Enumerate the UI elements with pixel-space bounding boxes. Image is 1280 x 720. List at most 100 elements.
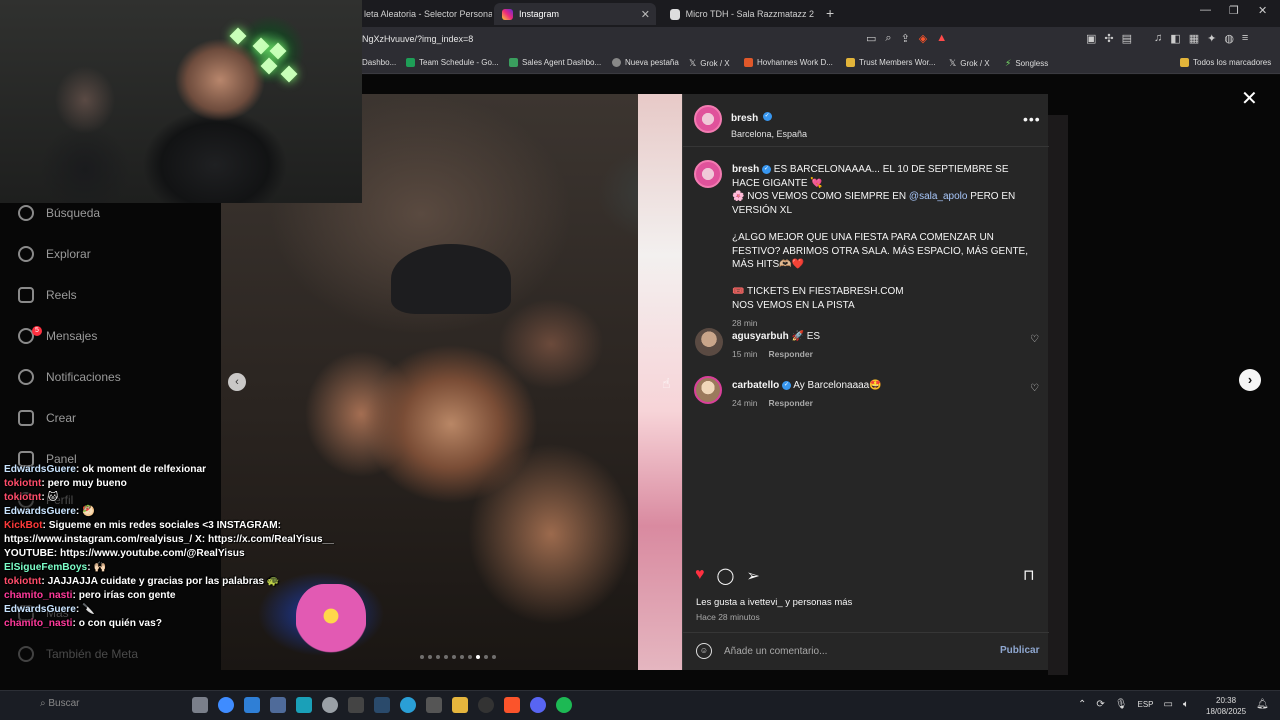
mention-link[interactable]: @sala_apolo: [909, 191, 968, 202]
hex-light: [252, 37, 270, 55]
sidebar-item-search[interactable]: Búsqueda: [18, 205, 100, 221]
emoji-icon[interactable]: ☺: [696, 643, 712, 659]
notification-bell-icon[interactable]: 🔔︎: [1256, 699, 1269, 710]
reply-button[interactable]: Responder: [769, 398, 813, 408]
screenshot-icon[interactable]: ▤: [1122, 32, 1132, 45]
comment-avatar[interactable]: [695, 328, 723, 356]
restore-icon[interactable]: ❐: [1229, 4, 1239, 17]
chat-message: chamito_nasti: pero irías con gente: [4, 590, 176, 601]
caption-avatar[interactable]: [694, 160, 722, 188]
bookmark-item[interactable]: 𝕏 Grok / X: [949, 58, 990, 69]
chevron-up-icon[interactable]: ⌃: [1078, 699, 1086, 710]
like-heart-icon[interactable]: ♥: [695, 566, 705, 586]
store-icon[interactable]: [270, 697, 286, 713]
sidebar-item-messages[interactable]: 5 Mensajes: [18, 326, 97, 344]
minimize-icon[interactable]: —: [1200, 4, 1211, 16]
bookmark-item[interactable]: ⚡ Songless: [1005, 58, 1048, 69]
brave-icon[interactable]: [504, 697, 520, 713]
extension-icon[interactable]: ▣: [1086, 32, 1096, 45]
url-field[interactable]: NgXzHvuuve/?img_index=8: [362, 34, 473, 44]
steam-icon[interactable]: [374, 697, 390, 713]
sync-icon[interactable]: ⟳: [1096, 699, 1104, 710]
bookmark-item[interactable]: Hovhannes Work D...: [744, 58, 833, 67]
folder-icon: [1180, 58, 1189, 67]
sidebar-item-notifications[interactable]: Notificaciones: [18, 369, 121, 385]
post-location[interactable]: Barcelona, España: [731, 129, 807, 139]
vpn-icon[interactable]: ◍: [1224, 32, 1234, 45]
sidebar-item-explore[interactable]: Explorar: [18, 246, 91, 262]
caption-username[interactable]: bresh: [732, 164, 759, 175]
epic-icon[interactable]: [348, 697, 364, 713]
new-tab-button[interactable]: +: [826, 5, 834, 21]
sidebar-item-reels[interactable]: Reels: [18, 287, 77, 303]
telegram-icon[interactable]: [400, 697, 416, 713]
tab-micro-tdh[interactable]: Micro TDH - Sala Razzmatazz 2: [662, 3, 822, 25]
plus-icon: [18, 410, 34, 426]
more-options-icon[interactable]: •••: [1023, 111, 1041, 127]
language-indicator[interactable]: ESP: [1137, 700, 1153, 710]
sidebar-toggle-icon[interactable]: ◧: [1170, 32, 1180, 45]
bookmark-item[interactable]: Team Schedule - Go...: [406, 58, 499, 67]
media-icon[interactable]: ♫: [1154, 32, 1162, 45]
carousel-dot: [476, 655, 480, 659]
sidebar-item-create[interactable]: Crear: [18, 410, 76, 426]
tab-ruleta[interactable]: leta Aleatoria - Selector Personaliz: [356, 3, 492, 25]
comment-input[interactable]: [724, 642, 974, 660]
zoom-icon[interactable]: ⌕: [885, 32, 891, 45]
comment-username[interactable]: agusyarbuh: [732, 331, 789, 342]
bookmark-item[interactable]: Trust Members Wor...: [846, 58, 935, 67]
cast-icon[interactable]: ▭: [866, 32, 876, 45]
network-icon[interactable]: ▭: [1164, 699, 1173, 710]
tab-instagram[interactable]: Instagram ✕: [494, 3, 656, 25]
like-comment-icon[interactable]: ♡: [1030, 383, 1039, 394]
comment-username[interactable]: carbatello: [732, 380, 779, 391]
folder-icon[interactable]: [452, 697, 468, 713]
close-tab-icon[interactable]: ✕: [641, 8, 650, 21]
clock[interactable]: 20:38 18/08/2025: [1206, 695, 1246, 717]
brave-shield-icon[interactable]: ◈: [919, 32, 927, 45]
reply-button[interactable]: Responder: [769, 349, 813, 359]
next-post-button[interactable]: ›: [1239, 369, 1261, 391]
bookmark-item[interactable]: Nueva pestaña: [612, 58, 679, 67]
comment-bubble-icon[interactable]: ◯: [717, 566, 735, 586]
comment-avatar[interactable]: [694, 376, 722, 404]
discord-icon[interactable]: [530, 697, 546, 713]
obs-icon[interactable]: [322, 697, 338, 713]
mic-icon[interactable]: 🎙︎: [1115, 699, 1128, 710]
bookmark-item[interactable]: Dashbo...: [362, 58, 396, 67]
spotify-icon[interactable]: [556, 697, 572, 713]
post-username[interactable]: bresh: [731, 113, 758, 124]
chat-username: EdwardsGuere: [4, 464, 76, 475]
chat-message: EdwardsGuere: ok moment de relfexionar: [4, 464, 207, 475]
github-icon[interactable]: [478, 697, 494, 713]
speaker-icon[interactable]: 🔈︎: [1183, 699, 1189, 710]
avatar[interactable]: [694, 105, 722, 133]
task-view-icon[interactable]: [192, 697, 208, 713]
rewards-icon[interactable]: ▲: [936, 32, 947, 45]
share-send-icon[interactable]: ➢: [746, 566, 759, 586]
leo-ai-icon[interactable]: ✦: [1207, 32, 1216, 45]
likes-summary[interactable]: Les gusta a ivettevi_ y personas más: [696, 597, 852, 608]
sidebar-item-meta[interactable]: También de Meta: [18, 646, 138, 662]
taskbar-search[interactable]: ⌕ Buscar: [40, 698, 80, 709]
menu-icon[interactable]: ≡: [1242, 32, 1248, 45]
stream-chat: EdwardsGuere: ok moment de relfexionar to…: [4, 463, 334, 631]
puzzle-icon[interactable]: ✣: [1104, 32, 1113, 45]
wallet-icon[interactable]: ▦: [1189, 32, 1199, 45]
close-modal-icon[interactable]: ✕: [1241, 86, 1258, 111]
app-icon[interactable]: [296, 697, 312, 713]
bookmark-item[interactable]: Sales Agent Dashbo...: [509, 58, 601, 67]
bookmark-item[interactable]: 𝕏 Grok / X: [689, 58, 730, 69]
chat-message: chamito_nasti: o con quién vas?: [4, 618, 162, 629]
share-icon[interactable]: ⇪: [901, 32, 910, 45]
edge-icon[interactable]: [244, 697, 260, 713]
all-bookmarks[interactable]: Todos los marcadores: [1180, 58, 1271, 67]
like-comment-icon[interactable]: ♡: [1030, 334, 1039, 345]
publish-button[interactable]: Publicar: [1000, 645, 1039, 656]
prev-image-button[interactable]: ‹: [228, 373, 246, 391]
app-icon[interactable]: [426, 697, 442, 713]
copilot-icon[interactable]: [218, 697, 234, 713]
bookmark-save-icon[interactable]: ⊓: [1023, 566, 1035, 584]
hex-light: [229, 27, 247, 45]
close-window-icon[interactable]: ✕: [1258, 4, 1267, 17]
